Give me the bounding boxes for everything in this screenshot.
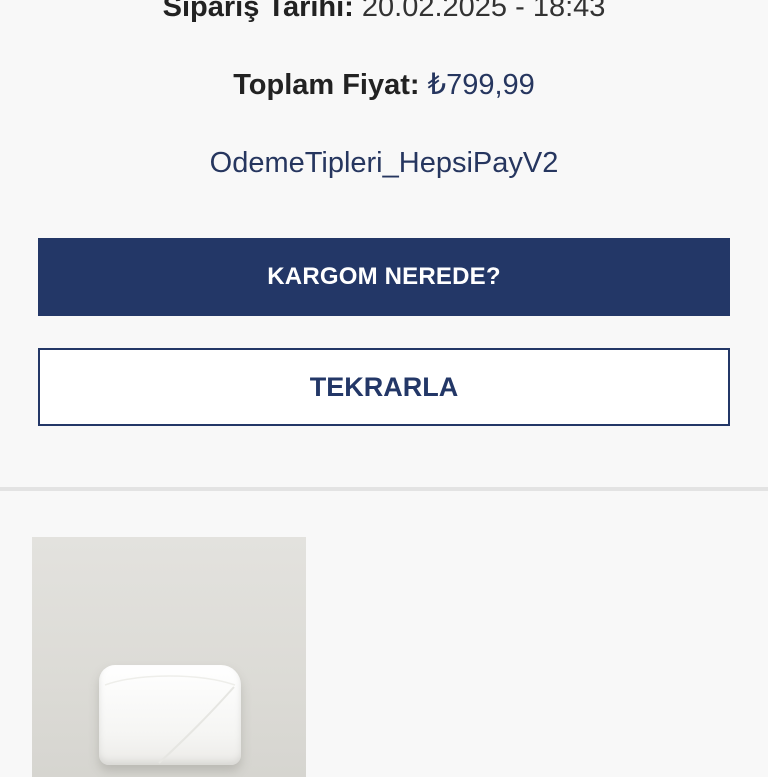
track-shipment-button[interactable]: KARGOM NEREDE? [38,238,730,316]
order-date-label: Sipariş Tarihi: [162,0,354,23]
section-divider [0,487,768,491]
total-price: Toplam Fiyat: ₺799,99 [0,65,768,105]
total-price-value: ₺799,99 [427,69,535,101]
repeat-order-button[interactable]: TEKRARLA [38,348,730,426]
total-price-label: Toplam Fiyat: [233,69,420,101]
pillow-seam [104,675,236,764]
order-date: Sipariş Tarihi: 20.02.2025 - 18:43 [0,0,768,27]
pillow-product [99,665,241,765]
order-date-value: 20.02.2025 - 18:43 [361,0,606,23]
product-image[interactable] [32,537,306,777]
payment-type: OdemeTipleri_HepsiPayV2 [209,147,559,179]
